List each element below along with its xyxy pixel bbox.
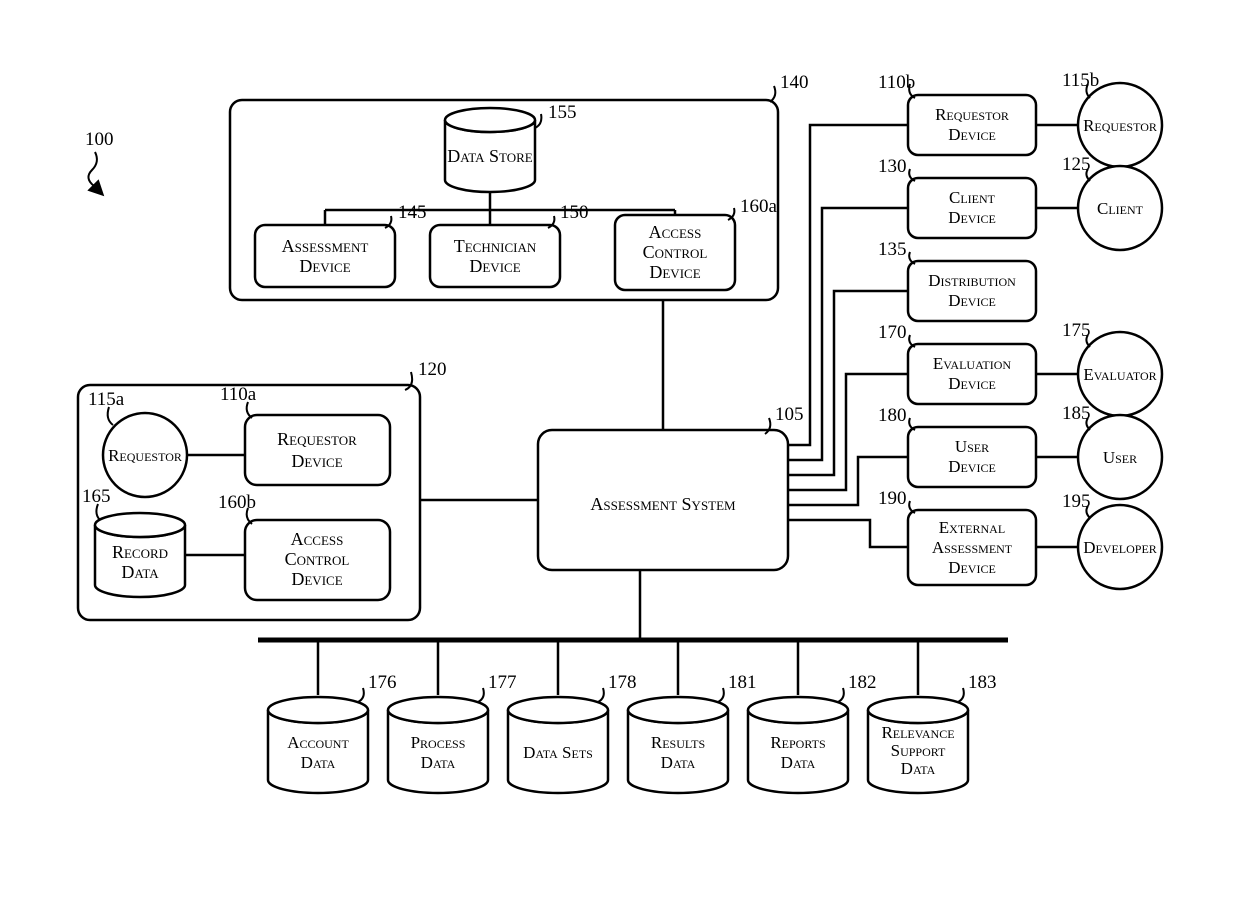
- ref-170: 170: [878, 322, 907, 343]
- user-label: User: [1103, 448, 1137, 467]
- developer-label: Developer: [1083, 538, 1157, 557]
- ref-110b: 110b: [878, 72, 915, 93]
- db-account-l2: Data: [301, 753, 336, 772]
- acd-b-l2: Control: [285, 549, 350, 569]
- ref-195: 195: [1062, 491, 1091, 512]
- assessment-system-label: Assessment System: [590, 494, 736, 514]
- ext-l2: Assessment: [932, 538, 1013, 557]
- acd-b-l1: Access: [291, 529, 344, 549]
- ref-181: 181: [728, 672, 757, 693]
- ref-155: 155: [548, 102, 577, 123]
- ref-135: 135: [878, 239, 907, 260]
- db-results-l2: Data: [661, 753, 696, 772]
- db-process-l2: Data: [421, 753, 456, 772]
- ref120-leader: [405, 372, 412, 390]
- db-account-l1: Account: [287, 733, 349, 752]
- acd-a-l3: Device: [649, 262, 700, 282]
- ref178-leader: [598, 688, 604, 702]
- client-label: Client: [1097, 199, 1144, 218]
- figure-ref-leader: [88, 152, 102, 194]
- db-process-l1: Process: [411, 733, 466, 752]
- evaluator-label: Evaluator: [1083, 365, 1156, 384]
- acd-a-l1: Access: [649, 222, 702, 242]
- ref-175: 175: [1062, 320, 1091, 341]
- ref-180: 180: [878, 405, 907, 426]
- reqdev-b-l2: Device: [948, 125, 996, 144]
- dist-l2: Device: [948, 291, 996, 310]
- ext-l1: External: [939, 518, 1005, 537]
- eval-l2: Device: [948, 374, 996, 393]
- ref-115b: 115b: [1062, 70, 1099, 91]
- db-relevance-l1: Relevance: [881, 723, 954, 742]
- ref-130: 130: [878, 156, 907, 177]
- ref-145: 145: [398, 202, 427, 223]
- ref-160b: 160b: [218, 492, 256, 513]
- ref-105: 105: [775, 404, 804, 425]
- db-reports-l1: Reports: [770, 733, 825, 752]
- ref-178: 178: [608, 672, 637, 693]
- wire-105-190: [788, 520, 908, 547]
- wire-105-170: [788, 374, 908, 490]
- eval-l1: Evaluation: [933, 354, 1011, 373]
- technician-device-l1: Technician: [454, 236, 537, 256]
- db-reports-l2: Data: [781, 753, 816, 772]
- reqdev-b-l1: Requestor: [935, 105, 1009, 124]
- ref-177: 177: [488, 672, 517, 693]
- ref181-leader: [718, 688, 724, 702]
- ref183-leader: [958, 688, 964, 702]
- ref-185: 185: [1062, 403, 1091, 424]
- ref-115a: 115a: [88, 389, 125, 410]
- ref-110a: 110a: [220, 384, 257, 405]
- record-data-l2: Data: [121, 562, 159, 582]
- db-results-l1: Results: [651, 733, 705, 752]
- dist-l1: Distribution: [928, 271, 1016, 290]
- client-device-l1: Client: [949, 188, 996, 207]
- system-architecture-diagram: 100 140 Data Store 155 Assessment Device…: [0, 0, 1240, 905]
- ref140-leader: [770, 86, 775, 102]
- figure-ref: 100: [85, 129, 114, 150]
- ref-140: 140: [780, 72, 809, 93]
- client-device-l2: Device: [948, 208, 996, 227]
- ref176-leader: [358, 688, 364, 702]
- requestor-a-label: Requestor: [108, 446, 182, 465]
- ref-150: 150: [560, 202, 589, 223]
- acd-b-l3: Device: [291, 569, 342, 589]
- requestor-device-a: [245, 415, 390, 485]
- reqdev-a-l1: Requestor: [277, 429, 357, 449]
- ref182-leader: [838, 688, 844, 702]
- ext-l3: Device: [948, 558, 996, 577]
- user-dev-l2: Device: [948, 457, 996, 476]
- ref-125: 125: [1062, 154, 1091, 175]
- db-relevance-l2: Support: [891, 741, 946, 760]
- data-store-label: Data Store: [447, 146, 533, 166]
- db-sets-l1: Data Sets: [523, 743, 593, 762]
- ref-176: 176: [368, 672, 397, 693]
- user-dev-l1: User: [955, 437, 989, 456]
- ref-190: 190: [878, 488, 907, 509]
- requestor-b-label: Requestor: [1083, 116, 1157, 135]
- acd-a-l2: Control: [643, 242, 708, 262]
- assessment-device-l1: Assessment: [282, 236, 369, 256]
- wire-105-135: [788, 291, 908, 475]
- ref-165: 165: [82, 486, 111, 507]
- technician-device-l2: Device: [469, 256, 520, 276]
- reqdev-a-l2: Device: [291, 451, 342, 471]
- db-relevance-l3: Data: [901, 759, 936, 778]
- ref-183: 183: [968, 672, 997, 693]
- ref-182: 182: [848, 672, 877, 693]
- ref-120: 120: [418, 359, 447, 380]
- ref-160a: 160a: [740, 196, 778, 217]
- assessment-device-l2: Device: [299, 256, 350, 276]
- record-data-l1: Record: [112, 542, 168, 562]
- ref177-leader: [478, 688, 484, 702]
